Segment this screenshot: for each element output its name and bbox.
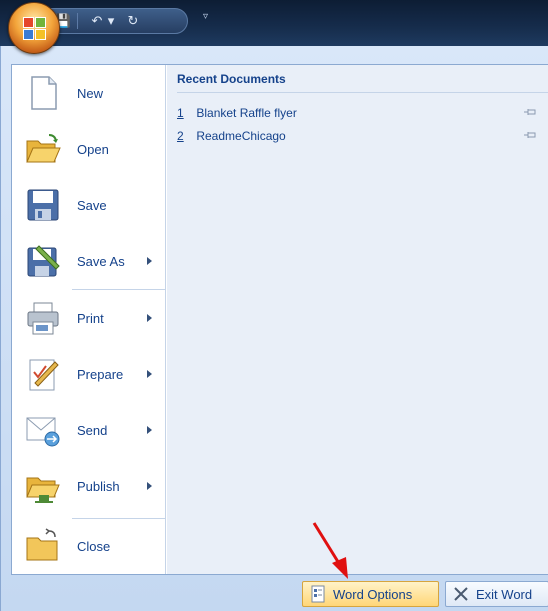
recent-document-item[interactable]: 2 ReadmeChicago — [177, 125, 537, 147]
office-menu: New Open Save Save As Print Prepare Send… — [0, 46, 548, 611]
submenu-arrow-icon — [147, 426, 152, 434]
office-logo-icon — [23, 17, 47, 41]
menu-label-send: Send — [77, 422, 108, 438]
recent-item-number: 2 — [177, 129, 184, 143]
menu-item-save-as[interactable]: Save As — [12, 233, 166, 289]
recent-document-item[interactable]: 1 Blanket Raffle flyer — [177, 102, 537, 124]
menu-item-save[interactable]: Save — [12, 177, 166, 233]
office-button[interactable] — [8, 2, 60, 54]
menu-label-new: New — [77, 85, 104, 101]
menu-item-close[interactable]: Close — [12, 518, 166, 574]
quick-access-toolbar: 💾 ↶ ▾ ↻ — [42, 8, 188, 34]
recent-item-name: Blanket Raffle flyer — [196, 106, 297, 120]
word-options-label: Word Options — [333, 586, 413, 602]
menu-label-prepare: Prepare — [77, 366, 124, 382]
menu-label-open: Open — [77, 141, 109, 157]
title-bar: 💾 ↶ ▾ ↻ ▿ — [0, 0, 548, 46]
redo-icon[interactable]: ↻ — [123, 12, 143, 30]
pin-icon[interactable] — [523, 129, 537, 141]
menu-item-prepare[interactable]: Prepare — [12, 346, 166, 402]
close-x-icon — [454, 587, 468, 601]
recent-item-name: ReadmeChicago — [196, 129, 286, 143]
word-options-button[interactable]: Word Options — [302, 581, 439, 607]
printer-icon — [27, 302, 59, 335]
recent-documents-title: Recent Documents — [177, 69, 548, 93]
menu-label-save-as: Save As — [77, 253, 125, 269]
recent-documents-panel: Recent Documents 1 Blanket Raffle flyer … — [167, 65, 548, 574]
exit-word-label: Exit Word — [476, 586, 533, 602]
customize-qat-icon[interactable]: ▿ — [203, 11, 208, 22]
send-icon — [26, 417, 60, 447]
word-options-icon — [311, 585, 325, 603]
pin-icon[interactable] — [523, 106, 537, 118]
exit-word-button[interactable]: Exit Word — [445, 581, 548, 607]
menu-label-print: Print — [77, 310, 104, 326]
menu-body: New Open Save Save As Print Prepare Send… — [11, 64, 548, 575]
menu-command-list: New Open Save Save As Print Prepare Send… — [12, 65, 166, 574]
open-folder-icon — [26, 134, 61, 163]
menu-label-close: Close — [77, 538, 111, 554]
menu-item-send[interactable]: Send — [12, 402, 166, 458]
new-document-icon — [31, 76, 57, 110]
submenu-arrow-icon — [147, 257, 152, 265]
undo-icon[interactable]: ↶ — [87, 12, 107, 30]
menu-item-publish[interactable]: Publish — [12, 458, 166, 514]
menu-label-save: Save — [77, 197, 107, 213]
submenu-arrow-icon — [147, 482, 152, 490]
menu-item-open[interactable]: Open — [12, 121, 166, 177]
publish-icon — [26, 477, 60, 503]
undo-dropdown-icon[interactable]: ▾ — [105, 12, 117, 30]
submenu-arrow-icon — [147, 314, 152, 322]
menu-item-new[interactable]: New — [12, 65, 166, 121]
prepare-icon — [29, 359, 59, 391]
menu-item-print[interactable]: Print — [12, 290, 166, 346]
save-as-icon — [27, 245, 60, 277]
recent-item-number: 1 — [177, 106, 184, 120]
close-folder-icon — [26, 528, 58, 561]
qat-separator — [77, 13, 78, 29]
save-disk-icon — [27, 189, 59, 221]
menu-label-publish: Publish — [77, 478, 120, 494]
submenu-arrow-icon — [147, 370, 152, 378]
